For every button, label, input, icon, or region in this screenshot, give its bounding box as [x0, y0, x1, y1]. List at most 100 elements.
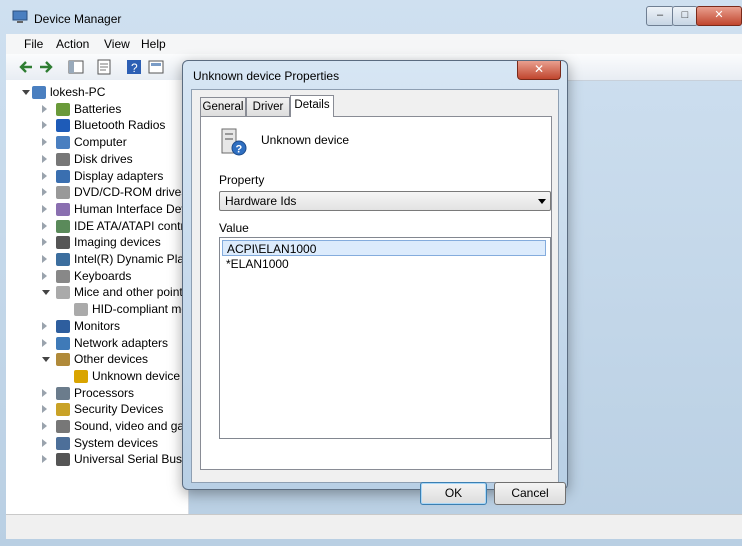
- tree-item[interactable]: IDE ATA/ATAPI contro: [6, 218, 191, 235]
- tree-item[interactable]: HID-compliant mo: [6, 301, 188, 318]
- cancel-button[interactable]: Cancel: [494, 482, 566, 505]
- collapse-arrow-icon[interactable]: [42, 290, 50, 296]
- value-list-item[interactable]: *ELAN1000: [222, 256, 546, 272]
- key-icon: [56, 403, 70, 417]
- tree-item-label: Security Devices: [74, 402, 164, 417]
- tree-item-label: DVD/CD-ROM drives: [74, 185, 188, 200]
- tree-item[interactable]: Display adapters: [6, 168, 188, 185]
- window-title: Device Manager: [34, 12, 122, 26]
- camera-icon: [56, 236, 70, 250]
- tree-item[interactable]: DVD/CD-ROM drives: [6, 184, 188, 201]
- expand-arrow-icon[interactable]: [42, 238, 47, 247]
- close-button[interactable]: ✕: [696, 6, 742, 26]
- svg-text:?: ?: [236, 144, 243, 156]
- tree-item[interactable]: Network adapters: [6, 335, 188, 352]
- tree-item-label: Monitors: [74, 318, 121, 333]
- tree-item[interactable]: Imaging devices: [6, 234, 188, 251]
- tree-item[interactable]: Human Interface Devic: [6, 201, 196, 218]
- value-list-item[interactable]: ACPI\ELAN1000: [222, 240, 546, 256]
- tree-item[interactable]: Bluetooth Radios: [6, 117, 188, 134]
- keyboard-icon: [56, 269, 70, 283]
- tree-item[interactable]: Batteries: [6, 101, 188, 118]
- details-tab-panel: ? Unknown device Property Hardware Ids V…: [200, 116, 552, 470]
- expand-arrow-icon[interactable]: [42, 204, 47, 213]
- dialog-body: General Driver Details ? Unknown device …: [191, 89, 566, 505]
- tree-item-label: Sound, video and gam: [74, 419, 195, 433]
- expand-arrow-icon[interactable]: [42, 338, 47, 347]
- tree-item-label: Network adapters: [74, 335, 169, 350]
- monitor-icon: [56, 319, 70, 333]
- menu-file[interactable]: File: [24, 37, 43, 51]
- tree-item[interactable]: Intel(R) Dynamic Platfo: [6, 251, 197, 268]
- tree-item[interactable]: Disk drives: [6, 151, 188, 168]
- tree-item[interactable]: Keyboards: [6, 268, 188, 285]
- collapse-arrow-icon[interactable]: [22, 90, 30, 95]
- tree-item[interactable]: Universal Serial Bus co: [6, 451, 198, 468]
- ok-button[interactable]: OK: [420, 482, 487, 505]
- usb-icon: [56, 453, 70, 467]
- expand-arrow-icon[interactable]: [42, 221, 47, 230]
- expand-arrow-icon[interactable]: [42, 321, 47, 330]
- expand-arrow-icon[interactable]: [42, 188, 47, 197]
- menu-bar: File Action View Help: [6, 34, 744, 54]
- hid-icon: [56, 202, 70, 216]
- processor-icon: [56, 386, 70, 400]
- properties-sheet-icon[interactable]: [148, 59, 164, 75]
- expand-arrow-icon[interactable]: [42, 271, 47, 280]
- expand-arrow-icon[interactable]: [42, 405, 47, 414]
- expand-arrow-icon[interactable]: [42, 455, 47, 464]
- tree-item[interactable]: Security Devices: [6, 401, 188, 418]
- tree-item-label: Mice and other pointin: [74, 285, 193, 300]
- tree-item[interactable]: lokesh-PC: [6, 84, 188, 101]
- display-icon: [56, 169, 70, 183]
- tree-item[interactable]: Mice and other pointin: [6, 284, 192, 301]
- menu-view[interactable]: View: [104, 37, 130, 51]
- tree-item[interactable]: Other devices: [6, 351, 188, 368]
- console-tree-icon[interactable]: [68, 59, 84, 75]
- network-icon: [56, 336, 70, 350]
- title-bar[interactable]: Device Manager – □ ✕: [0, 0, 750, 34]
- mouse-icon: [74, 303, 88, 317]
- expand-arrow-icon[interactable]: [42, 422, 47, 430]
- expand-arrow-icon[interactable]: [42, 104, 47, 113]
- help-icon[interactable]: ?: [126, 59, 142, 75]
- tab-general[interactable]: General: [200, 97, 246, 117]
- mouse-icon: [56, 286, 70, 300]
- tree-item[interactable]: Processors: [6, 385, 188, 402]
- properties-dialog: Unknown device Properties ✕ General Driv…: [182, 60, 568, 505]
- dialog-close-button[interactable]: ✕: [517, 61, 561, 80]
- properties-icon[interactable]: [96, 59, 112, 75]
- tab-driver[interactable]: Driver: [246, 97, 290, 117]
- tree-item-label: Bluetooth Radios: [74, 118, 166, 133]
- tree-item-label: lokesh-PC: [50, 85, 106, 99]
- system-icon: [56, 436, 70, 450]
- tree-item[interactable]: Sound, video and gam: [6, 418, 194, 435]
- expand-arrow-icon[interactable]: [42, 171, 47, 180]
- property-dropdown-value: Hardware Ids: [225, 194, 297, 208]
- minimize-button[interactable]: –: [646, 6, 674, 26]
- property-dropdown[interactable]: Hardware Ids: [219, 191, 551, 211]
- expand-arrow-icon[interactable]: [42, 121, 47, 130]
- back-icon[interactable]: [18, 59, 34, 75]
- value-list[interactable]: ACPI\ELAN1000 *ELAN1000: [219, 237, 551, 439]
- unknown-device-icon: ?: [219, 127, 247, 157]
- chevron-down-icon: [538, 199, 546, 204]
- expand-arrow-icon[interactable]: [42, 388, 47, 397]
- tree-item[interactable]: Monitors: [6, 318, 188, 335]
- expand-arrow-icon[interactable]: [42, 154, 47, 163]
- tree-item[interactable]: System devices: [6, 435, 188, 452]
- expand-arrow-icon[interactable]: [42, 438, 47, 447]
- menu-action[interactable]: Action: [56, 37, 89, 51]
- expand-arrow-icon[interactable]: [42, 255, 47, 263]
- menu-help[interactable]: Help: [141, 37, 166, 51]
- tree-item-label: System devices: [74, 435, 159, 450]
- collapse-arrow-icon[interactable]: [42, 357, 50, 363]
- forward-icon[interactable]: [38, 59, 54, 75]
- tree-item[interactable]: Unknown device: [6, 368, 188, 385]
- expand-arrow-icon[interactable]: [42, 138, 47, 147]
- maximize-button[interactable]: □: [672, 6, 698, 26]
- tree-item-label: Batteries: [74, 101, 122, 116]
- tree-item[interactable]: Computer: [6, 134, 188, 151]
- status-bar: [6, 514, 744, 539]
- tab-details[interactable]: Details: [290, 95, 334, 117]
